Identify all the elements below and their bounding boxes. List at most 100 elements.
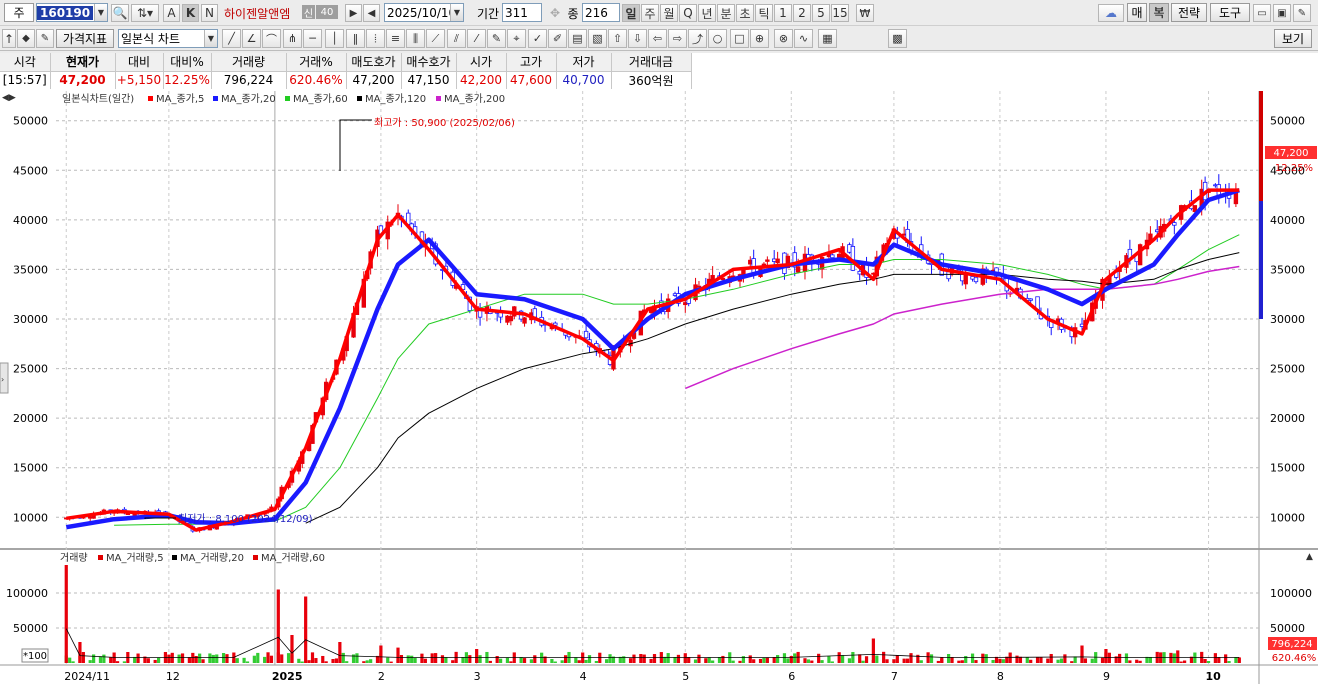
chart-type-select[interactable]: 일본식 차트 ▼ [118, 29, 218, 48]
won-icon[interactable]: ₩ [856, 4, 874, 22]
folder-icon[interactable]: ▭ [1253, 4, 1271, 22]
drawing-tool-icon[interactable]: ╱ [222, 29, 241, 48]
volume-bar [738, 660, 742, 663]
drawing-tool-icon[interactable]: ∠ [242, 29, 261, 48]
volume-bar [861, 660, 865, 663]
period-button[interactable]: 초 [736, 4, 754, 22]
drawing-tool-icon[interactable]: ‖ [346, 29, 365, 48]
volume-bar [386, 657, 390, 663]
market-select[interactable]: 주 [4, 3, 34, 22]
drawing-tool-icon[interactable]: ⦙ [366, 29, 385, 48]
drawing-tool-icon[interactable]: ✐ [548, 29, 567, 48]
volume-bar [1049, 653, 1053, 663]
drawing-tool-icon[interactable]: ⫼ [406, 29, 425, 48]
volume-bar [478, 655, 482, 663]
drawing-tool-icon[interactable]: ∿ [794, 29, 813, 48]
drawing-tool-icon[interactable]: ▧ [588, 29, 607, 48]
sort-icon[interactable]: ⇅▾ [131, 4, 159, 22]
toolbar-button[interactable]: 전략 [1171, 3, 1207, 22]
drawing-tool-icon[interactable]: ▤ [568, 29, 587, 48]
cloud-icon[interactable]: ☁ [1098, 4, 1124, 22]
volume-bar [748, 655, 752, 663]
toolbar-button[interactable]: 매 [1127, 3, 1147, 22]
toolbar-button[interactable]: 복 [1149, 3, 1169, 22]
drawing-tool-icon[interactable]: ⌖ [507, 29, 526, 48]
drawing-tool-icon[interactable]: ⋔ [283, 29, 302, 48]
chevron-down-icon[interactable]: ▼ [204, 30, 217, 47]
left-right-icon[interactable]: ◀▶ [2, 93, 16, 103]
period-button[interactable]: 주 [641, 4, 659, 22]
drawing-tool-icon[interactable]: ○ [708, 29, 727, 48]
volume-tick-label-right: 100000 [1270, 587, 1312, 600]
market-label: 주 [13, 6, 25, 20]
prev-icon[interactable]: ◀ [363, 4, 380, 22]
toggle-a-button[interactable]: A [163, 4, 180, 22]
candle-body [156, 510, 161, 513]
price-tick-label-right: 25000 [1270, 363, 1305, 376]
volume-bar [984, 654, 988, 663]
volume-bar [263, 656, 267, 663]
grid-icon[interactable]: ▩ [888, 29, 907, 48]
drawing-tool-icon[interactable]: ⇨ [668, 29, 687, 48]
period-button[interactable]: Q [679, 4, 697, 22]
volume-bar [837, 652, 841, 663]
drawing-tool-icon[interactable]: ⊗ [774, 29, 793, 48]
drawing-tool-icon[interactable]: ⇦ [648, 29, 667, 48]
drawing-tool-icon[interactable]: ⟋ [426, 29, 445, 48]
period-button[interactable]: 일 [622, 4, 640, 22]
edit-icon[interactable]: ✎ [36, 29, 54, 48]
chevron-down-icon[interactable]: ▼ [94, 4, 107, 21]
date-input[interactable]: 2025/10/10 ▼ [384, 3, 464, 22]
indicator-button[interactable]: 가격지표 [56, 29, 114, 48]
volume-legend: MA_거래량,5 MA_거래량,20 MA_거래량,60 [98, 552, 325, 564]
crosshair-icon[interactable]: ✥ [546, 4, 564, 22]
period-input[interactable]: 311 [502, 3, 542, 22]
volume-bar [905, 658, 910, 663]
period-button[interactable]: 2 [793, 4, 811, 22]
drawing-tool-icon[interactable]: ▦ [818, 29, 837, 48]
period-button[interactable]: 15 [831, 4, 849, 22]
quote-value-cell: 796,224 [211, 71, 287, 89]
up-arrow-icon[interactable]: ↑ [2, 29, 16, 48]
drawing-tool-icon[interactable]: ⇩ [628, 29, 647, 48]
drawing-tool-icon[interactable]: ⁄ [467, 29, 486, 48]
period-button[interactable]: 년 [698, 4, 716, 22]
chevron-right-icon[interactable]: › [1, 375, 4, 384]
drawing-tool-icon[interactable]: ✎ [487, 29, 506, 48]
low-annotation: 최저가 : 8,100 (2024/12/09) [178, 513, 313, 525]
calendar-dropdown-icon[interactable]: ▼ [450, 4, 463, 21]
toggle-k-button[interactable]: K [182, 4, 199, 22]
wrench-icon[interactable]: ✎ [1293, 4, 1311, 22]
volume-bar [721, 655, 725, 663]
drawing-tool-icon[interactable]: □ [730, 29, 749, 48]
chevron-up-icon[interactable]: ▲ [1306, 552, 1313, 562]
code-input[interactable]: 160190 ▼ [36, 3, 108, 22]
drawing-tool-icon[interactable]: ⇧ [608, 29, 627, 48]
drawing-tool-icon[interactable]: ⤴ [688, 29, 707, 48]
volume-bar [707, 657, 711, 663]
next-icon[interactable]: ▶ [345, 4, 362, 22]
period-button[interactable]: 분 [717, 4, 735, 22]
drawing-tool-icon[interactable]: ⌒ [262, 29, 281, 48]
drawing-tool-icon[interactable]: ✓ [528, 29, 547, 48]
volume-bar [252, 655, 256, 663]
drawing-tool-icon[interactable]: ⫽ [447, 29, 466, 48]
search-icon[interactable]: 🔍 [111, 4, 129, 22]
toggle-n-button[interactable]: N [201, 4, 218, 22]
zoom-input[interactable]: 216 [582, 3, 620, 22]
period-button[interactable]: 1 [774, 4, 792, 22]
period-button[interactable]: 월 [660, 4, 678, 22]
period-button[interactable]: 5 [812, 4, 830, 22]
period-button[interactable]: 틱 [755, 4, 773, 22]
quote-value-cell: 47,600 [506, 71, 557, 89]
drawing-tool-icon[interactable]: ─ [303, 29, 322, 48]
view-button[interactable]: 보기 [1274, 29, 1312, 48]
margin-badge: 40 [316, 5, 338, 19]
save-icon[interactable]: ▣ [1273, 4, 1291, 22]
stock-chart[interactable]: 10000 1000015000 1500020000 2000025000 25000… [0, 91, 1318, 684]
expand-icon[interactable]: ◆ [17, 29, 35, 48]
drawing-tool-icon[interactable]: ⊕ [750, 29, 769, 48]
drawing-tool-icon[interactable]: ≡ [386, 29, 405, 48]
toolbar-button[interactable]: 도구 [1210, 3, 1250, 22]
drawing-tool-icon[interactable]: │ [325, 29, 344, 48]
